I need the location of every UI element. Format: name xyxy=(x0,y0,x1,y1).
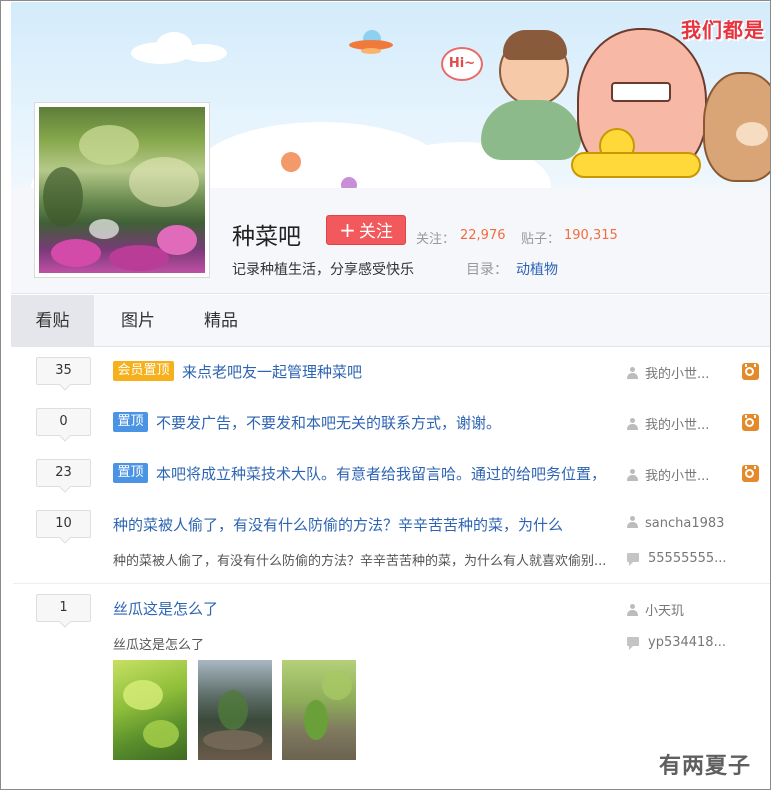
reply-count-badge: 1 xyxy=(36,594,91,622)
reply-icon xyxy=(627,637,639,650)
pinned-tag: 置顶 xyxy=(113,412,148,432)
user-icon xyxy=(627,367,638,379)
post-count: 190,315 xyxy=(564,228,618,243)
tab-posts[interactable]: 看贴 xyxy=(11,295,94,347)
user-icon xyxy=(627,418,638,430)
hi-speech-bubble: Hi~ xyxy=(441,47,483,81)
thread-title[interactable]: 本吧将成立种菜技术大队。有意者给我留言哈。通过的给吧务位置， xyxy=(156,463,616,484)
reply-icon xyxy=(627,553,639,566)
follow-count: 22,976 xyxy=(460,228,506,243)
thread-title[interactable]: 不要发广告，不要发和本吧无关的联系方式，谢谢。 xyxy=(156,412,616,433)
reply-count-badge: 35 xyxy=(36,357,91,385)
thread-title[interactable]: 种的菜被人偷了，有没有什么防偷的方法？辛辛苦苦种的菜，为什么 xyxy=(113,514,583,535)
thread-author[interactable]: 我的小世... xyxy=(627,414,709,433)
user-icon xyxy=(627,469,638,481)
moderator-icon xyxy=(742,465,759,482)
thread-title[interactable]: 来点老吧友一起管理种菜吧 xyxy=(182,361,612,382)
reply-count-badge: 10 xyxy=(36,510,91,538)
forum-slogan: 记录种植生活，分享感受快乐 xyxy=(232,262,414,278)
forum-avatar[interactable] xyxy=(34,102,210,278)
plus-icon: + xyxy=(339,218,356,242)
follow-button-label: 关注 xyxy=(358,222,393,242)
reply-count-badge: 23 xyxy=(36,459,91,487)
post-image-thumbnail[interactable] xyxy=(113,660,187,760)
thread-abstract: 丝瓜这是怎么了 xyxy=(113,638,205,653)
follow-count-label: 关注： xyxy=(416,232,456,247)
post-image-thumbnail[interactable] xyxy=(198,660,272,760)
member-pinned-tag: 会员置顶 xyxy=(113,361,174,381)
tab-bar: 看贴 图片 精品 xyxy=(11,295,770,347)
last-reply-user[interactable]: 55555555... xyxy=(627,551,727,566)
thread-author[interactable]: 我的小世... xyxy=(627,465,709,484)
catalog-label: 目录： xyxy=(466,262,508,278)
user-icon xyxy=(627,604,638,616)
catalog-link[interactable]: 动植物 xyxy=(516,259,558,279)
post-count-label: 贴子： xyxy=(521,232,561,247)
watermark-text: 有两夏子 xyxy=(659,754,752,779)
user-icon xyxy=(627,516,638,528)
forum-name: 种菜吧 xyxy=(232,224,301,250)
moderator-icon xyxy=(742,414,759,431)
thread-author[interactable]: 我的小世... xyxy=(627,363,709,382)
thread-title[interactable]: 丝瓜这是怎么了 xyxy=(113,598,413,619)
pinned-tag: 置顶 xyxy=(113,463,148,483)
page-frame: Hi~ 我们都是 种菜吧 + 关注 关注： 22,976 贴子： 190,315 … xyxy=(0,0,771,790)
tab-pictures[interactable]: 图片 xyxy=(104,295,172,347)
thread-author[interactable]: 小天玑 xyxy=(627,600,684,619)
thread-author[interactable]: sancha1983 xyxy=(627,516,724,531)
tab-featured[interactable]: 精品 xyxy=(187,295,255,347)
banner-slogan: 我们都是 xyxy=(681,18,765,42)
divider xyxy=(13,583,770,584)
post-image-thumbnail[interactable] xyxy=(282,660,356,760)
last-reply-user[interactable]: yp534418... xyxy=(627,635,726,650)
thread-abstract: 种的菜被人偷了，有没有什么防偷的方法？辛辛苦苦种的菜，为什么有人就喜欢偷别... xyxy=(113,554,607,569)
moderator-icon xyxy=(742,363,759,380)
reply-count-badge: 0 xyxy=(36,408,91,436)
follow-button[interactable]: + 关注 xyxy=(326,215,406,245)
